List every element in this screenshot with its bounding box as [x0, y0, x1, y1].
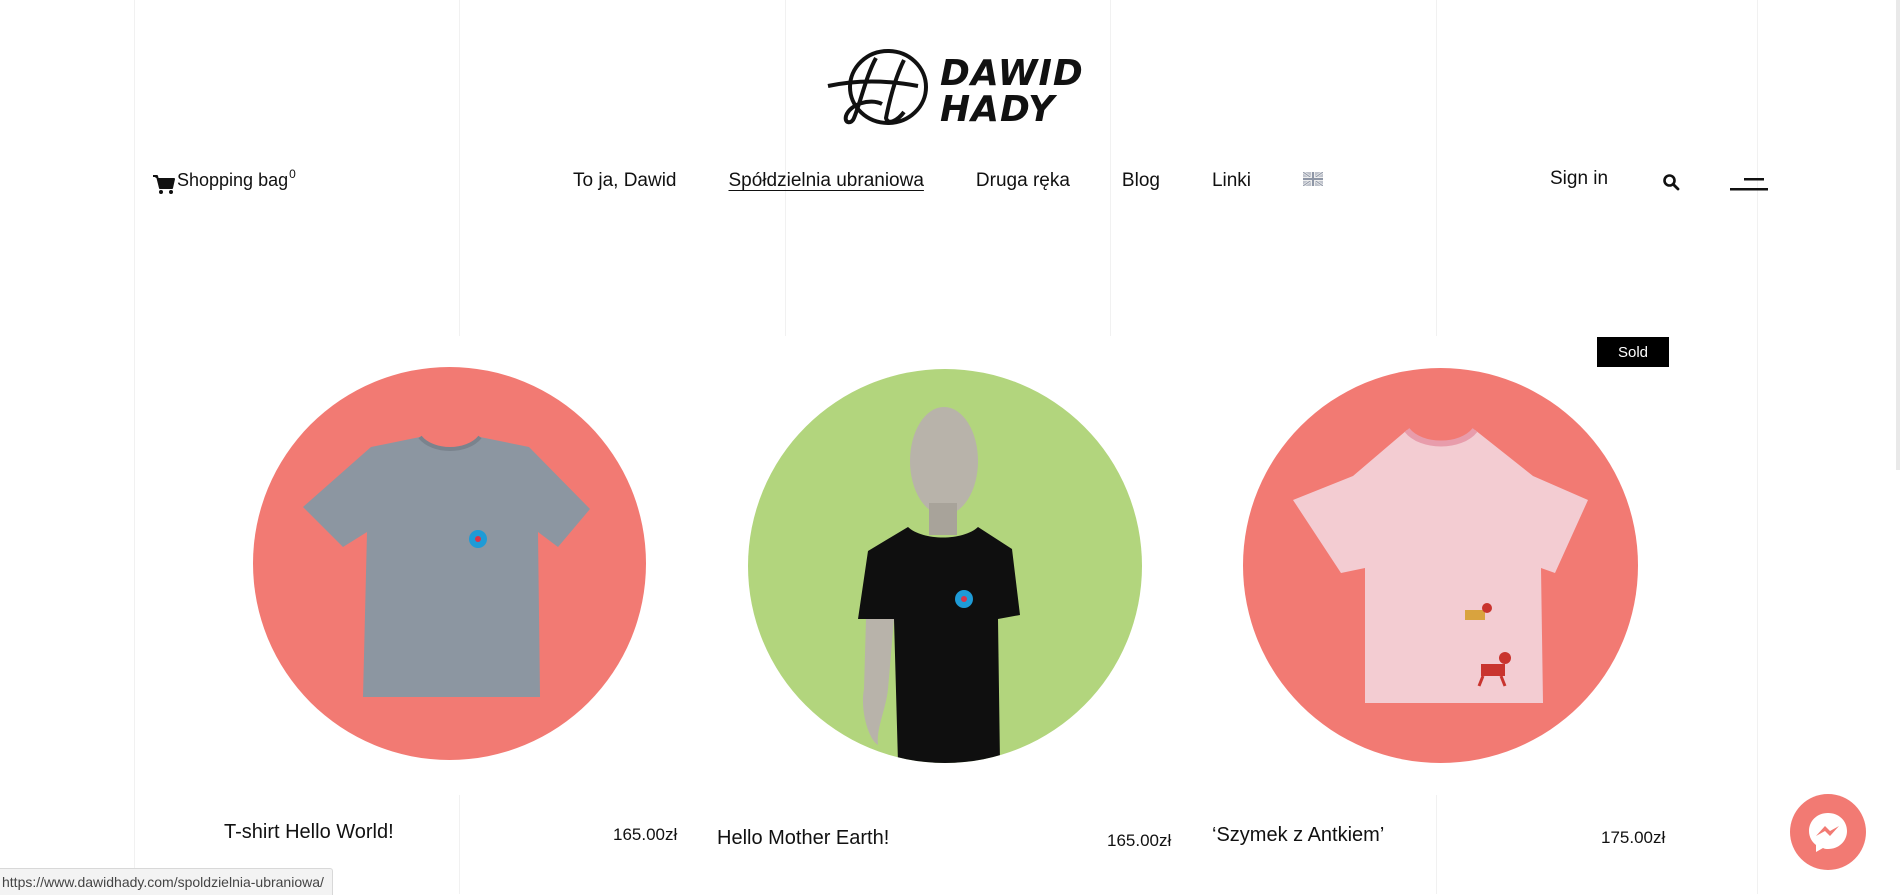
uk-flag-icon[interactable]: [1303, 172, 1324, 186]
tshirt-pink-icon: [1293, 427, 1588, 703]
grid-line: [1110, 0, 1111, 336]
product-price: 165.00zł: [613, 825, 678, 844]
product-image-hello-world[interactable]: [253, 367, 646, 760]
status-bar-url: https://www.dawidhady.com/spoldzielnia-u…: [0, 868, 333, 895]
nav-item-linki[interactable]: Linki: [1212, 170, 1251, 192]
product-title[interactable]: ‘Szymek z Antkiem’: [1212, 824, 1384, 847]
nav-item-blog[interactable]: Blog: [1122, 170, 1160, 192]
grid-line: [459, 795, 460, 894]
logo-wordmark: DAWID HADY: [940, 56, 1084, 128]
site-logo[interactable]: DAWID HADY: [826, 46, 1083, 131]
nav-item-druga-reka[interactable]: Druga ręka: [976, 170, 1070, 192]
grid-line: [1757, 0, 1758, 894]
grid-line: [459, 0, 460, 336]
grid-line: [1436, 0, 1437, 336]
logo-line-2: HADY: [940, 89, 1056, 130]
main-nav: To ja, Dawid Spółdzielnia ubraniowa Drug…: [573, 170, 1324, 192]
product-title[interactable]: T-shirt Hello World!: [224, 821, 394, 844]
nav-item-spoldzielnia-ubraniowa[interactable]: Spółdzielnia ubraniowa: [729, 170, 924, 192]
product-price: 165.00zł: [1107, 831, 1172, 850]
shopping-bag-label: Shopping bag: [177, 170, 289, 190]
search-icon[interactable]: [1662, 173, 1680, 191]
tshirt-gray-icon: [303, 435, 590, 697]
cart-icon: [153, 175, 175, 194]
mannequin-black-dress-icon: [858, 407, 1020, 763]
product-image-szymek-z-antkiem[interactable]: [1243, 368, 1638, 763]
logo-line-1: DAWID: [940, 53, 1084, 94]
scrollbar[interactable]: [1896, 0, 1900, 470]
cart-count-badge: 0: [289, 167, 296, 181]
messenger-icon: [1809, 813, 1847, 852]
product-image-hello-mother-earth[interactable]: [748, 369, 1142, 763]
sold-badge: Sold: [1597, 337, 1669, 367]
grid-line: [1436, 795, 1437, 894]
logo-monogram-icon: [827, 49, 928, 125]
grid-line: [785, 0, 786, 336]
sign-in-link[interactable]: Sign in: [1550, 168, 1608, 190]
grid-line: [134, 0, 135, 894]
nav-item-to-ja-dawid[interactable]: To ja, Dawid: [573, 170, 677, 192]
shopping-bag-link[interactable]: Shopping bag 0: [152, 167, 296, 195]
product-title[interactable]: Hello Mother Earth!: [717, 827, 889, 850]
product-price: 175.00zł: [1601, 828, 1666, 847]
messenger-chat-button[interactable]: [1790, 794, 1866, 870]
hamburger-menu-icon[interactable]: [1730, 176, 1768, 192]
